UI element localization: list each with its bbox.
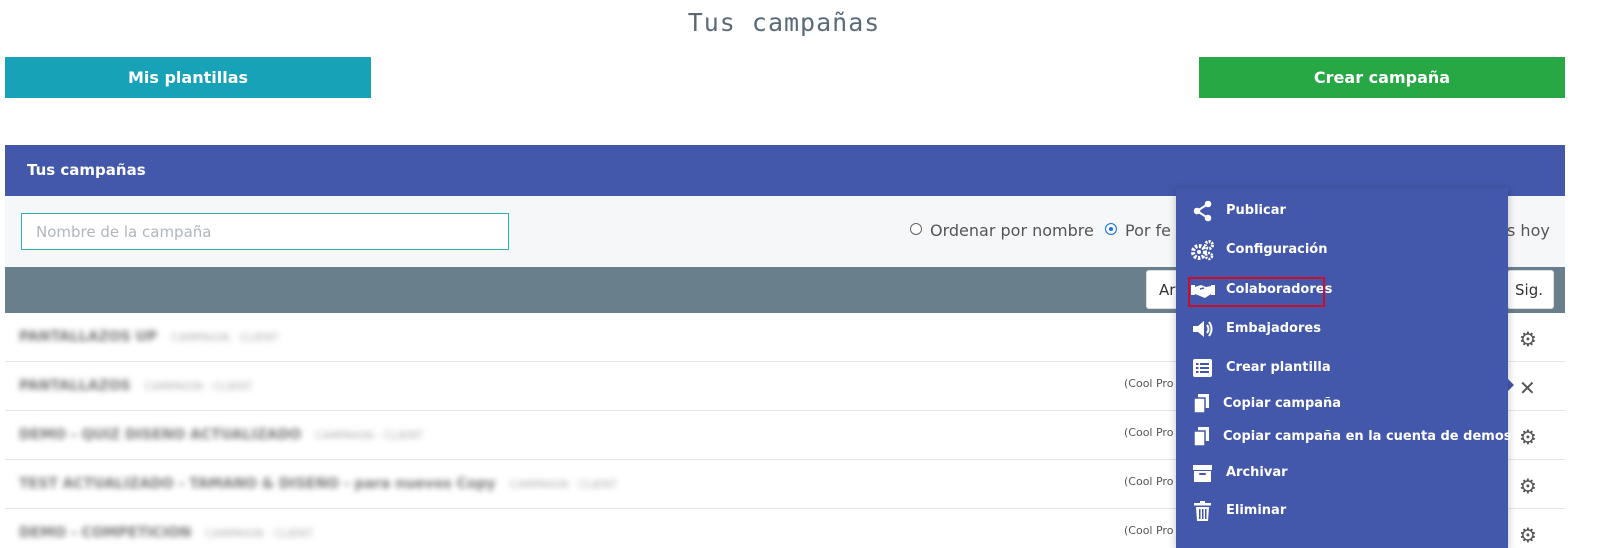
menu-item-ambassadors[interactable]: Embajadores [1176, 312, 1508, 346]
menu-item-label: Copiar campaña [1223, 396, 1342, 411]
copy-icon [1193, 394, 1209, 414]
menu-item-copy-campaign[interactable]: Copiar campaña [1176, 387, 1508, 421]
menu-item-label: Crear plantilla [1226, 360, 1331, 375]
menu-item-copy-to-demo-account[interactable]: Copiar campaña en la cuenta de demos [1176, 420, 1512, 454]
campaign-name: DEMO - QUIZ DISEÑO ACTUALIZADO [19, 427, 302, 443]
menu-item-publish[interactable]: Publicar [1176, 194, 1508, 228]
copy-icon [1193, 427, 1209, 447]
campaign-name: DEMO - COMPETICIÓN [19, 525, 192, 541]
menu-item-settings[interactable]: Configuración [1176, 233, 1508, 267]
campaign-client: (Cool Pro [1124, 524, 1174, 537]
campaign-name: TEST ACTUALIZADO - TAMAÑO & DISEÑO - par… [19, 476, 496, 492]
campaign-actions-menu: Publicar Configuración Colaboradores Emb… [1176, 188, 1512, 548]
menu-item-label: Colaboradores [1226, 282, 1333, 297]
create-campaign-button[interactable]: Crear campaña [1199, 57, 1565, 98]
sort-by-name-radio[interactable]: Ordenar por nombre [910, 221, 1094, 240]
menu-item-label: Configuración [1226, 242, 1328, 257]
sort-by-name-label: Ordenar por nombre [930, 221, 1094, 240]
menu-item-delete[interactable]: Eliminar [1176, 494, 1508, 528]
campaign-client: (Cool Pro [1124, 377, 1174, 390]
my-templates-button[interactable]: Mis plantillas [5, 57, 371, 98]
campaign-name: PANTALLAZOS [19, 378, 131, 394]
menu-item-label: Publicar [1226, 203, 1286, 218]
gear-icon[interactable]: ⚙ [1519, 425, 1537, 449]
campaign-meta: CAMPAIGN · CLIENT [315, 429, 423, 442]
menu-item-label: Copiar campaña en la cuenta de demos [1223, 429, 1512, 444]
menu-item-create-template[interactable]: Crear plantilla [1176, 351, 1508, 385]
campaign-client: (Cool Pro [1124, 475, 1174, 488]
gear-icon[interactable]: ⚙ [1519, 327, 1537, 351]
share-icon [1193, 200, 1212, 222]
campaign-search-input[interactable] [21, 213, 509, 250]
menu-item-archive[interactable]: Archivar [1176, 456, 1508, 490]
radio-checked-icon[interactable] [1105, 223, 1117, 235]
handshake-icon [1191, 285, 1215, 298]
menu-item-label: Embajadores [1226, 321, 1321, 336]
next-page-button[interactable]: Sig. [1507, 270, 1554, 309]
campaign-client: (Cool Pro [1124, 426, 1174, 439]
campaign-meta: CAMPAIGN · CLIENT [171, 331, 279, 344]
campaign-meta: CAMPAIGN · CLIENT [144, 380, 253, 393]
gear-icon[interactable]: ⚙ [1519, 523, 1537, 547]
gears-icon [1191, 240, 1214, 261]
megaphone-icon [1193, 321, 1213, 337]
archive-icon [1193, 465, 1212, 482]
campaign-meta: CAMPAIGN · CLIENT [205, 527, 313, 540]
today-filter-label[interactable]: s hoy [1507, 221, 1550, 240]
menu-item-label: Eliminar [1226, 503, 1287, 518]
list-icon [1193, 359, 1212, 377]
gear-icon[interactable]: ⚙ [1519, 474, 1537, 498]
radio-unchecked-icon[interactable] [910, 223, 922, 235]
close-icon[interactable]: ✕ [1519, 376, 1536, 400]
page-title: Tus campañas [687, 8, 881, 37]
campaign-meta: CAMPAIGN · CLIENT [509, 478, 618, 491]
menu-pointer [1507, 378, 1514, 392]
menu-item-label: Archivar [1226, 465, 1288, 480]
sort-by-date-radio[interactable]: Por fe [1105, 221, 1171, 240]
sort-by-date-label: Por fe [1125, 221, 1172, 240]
trash-icon [1194, 501, 1211, 521]
campaign-name: PANTALLAZOS UP [19, 329, 158, 345]
menu-item-collaborators[interactable]: Colaboradores [1176, 273, 1508, 307]
